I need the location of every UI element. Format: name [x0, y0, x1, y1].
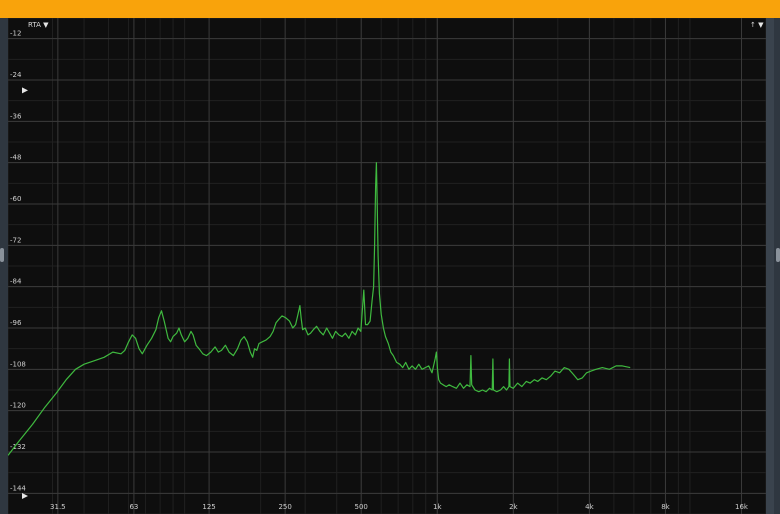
x-tick-label: 8k: [661, 503, 670, 511]
x-tick-label: 63: [129, 503, 138, 511]
options-selector[interactable]: ↑ ▼: [750, 21, 764, 29]
right-resize-handle[interactable]: [776, 248, 780, 262]
spectrum-chart: 31.5 63 125 250 500 1k 2k 4k 8k 16k -12 -24 -36 -48 -6…: [8, 18, 766, 514]
floor-marker-icon: [22, 493, 28, 499]
mode-selector[interactable]: RTA ▼: [28, 21, 49, 29]
y-tick-label: -24: [10, 71, 22, 79]
title-bar[interactable]: [0, 0, 780, 18]
y-tick-label: -144: [10, 484, 26, 492]
y-tick-label: -60: [10, 195, 21, 203]
mode-label: RTA: [28, 21, 41, 29]
x-tick-label: 4k: [585, 503, 594, 511]
x-tick-label: 500: [355, 503, 368, 511]
mode-dropdown-icon: ▼: [43, 21, 49, 29]
y-tick-label: -120: [10, 402, 26, 410]
x-tick-label: 1k: [433, 503, 442, 511]
options-label: ↑: [750, 21, 756, 29]
left-resize-handle[interactable]: [0, 248, 4, 262]
y-tick-label: -84: [10, 278, 22, 286]
rta-plot-area: 31.5 63 125 250 500 1k 2k 4k 8k 16k -12 -24 -36 -48 -6…: [8, 18, 766, 514]
y-tick-label: -12: [10, 30, 21, 38]
right-frame: [774, 18, 780, 514]
spectrum-trace: [8, 162, 631, 456]
x-tick-label: 16k: [735, 503, 749, 511]
y-tick-label: -72: [10, 236, 21, 244]
x-tick-label: 125: [202, 503, 215, 511]
x-tick-label: 250: [278, 503, 291, 511]
level-marker-icon: [22, 87, 28, 94]
y-tick-label: -108: [10, 360, 26, 368]
options-dropdown-icon: ▼: [758, 21, 764, 29]
left-frame: [0, 18, 8, 514]
y-tick-label: -48: [10, 154, 21, 162]
y-tick-label: -36: [10, 112, 22, 120]
x-tick-label: 31.5: [50, 503, 66, 511]
x-tick-label: 2k: [509, 503, 518, 511]
y-tick-label: -96: [10, 319, 22, 327]
